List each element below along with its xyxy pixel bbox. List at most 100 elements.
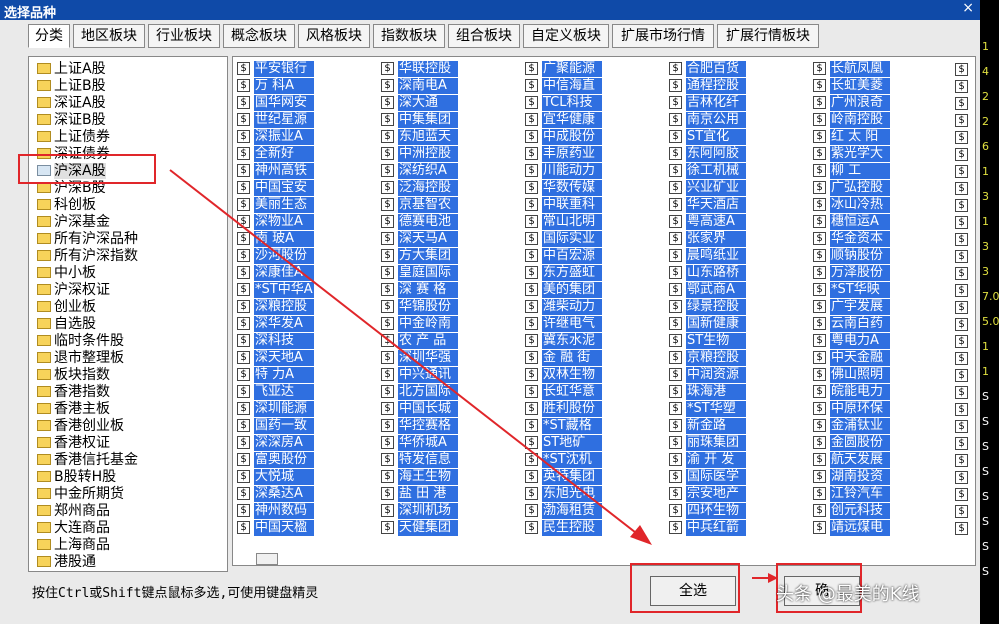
stock-item[interactable]: $ *ST华映 bbox=[813, 282, 890, 299]
tab-9[interactable]: 扩展行情板块 bbox=[717, 24, 819, 48]
tab-0[interactable]: 分类 bbox=[28, 24, 70, 48]
stock-item[interactable]: $ 胜利股份 bbox=[525, 401, 602, 418]
stock-item[interactable]: $ 富奥股份 bbox=[237, 452, 314, 469]
stock-item[interactable]: $ 徐工机械 bbox=[669, 163, 746, 180]
stock-item[interactable]: $ 泛海控股 bbox=[381, 180, 458, 197]
stock-item[interactable]: $ ST生物 bbox=[669, 333, 746, 350]
stock-item[interactable]: $ 深物业A bbox=[237, 214, 314, 231]
stock-item[interactable]: $ 潍柴动力 bbox=[525, 299, 602, 316]
stock-item[interactable]: $ 华锦股份 bbox=[381, 299, 458, 316]
stock-item[interactable]: $ 南京公用 bbox=[669, 112, 746, 129]
tree-item[interactable]: 退市整理板 bbox=[37, 350, 124, 367]
stock-item[interactable]: $ 海王生物 bbox=[381, 469, 458, 486]
stock-item[interactable]: $ 东方盛虹 bbox=[525, 265, 602, 282]
stock-item[interactable]: $ 深科技 bbox=[237, 333, 314, 350]
stock-item[interactable]: $ 万泽股份 bbox=[813, 265, 890, 282]
tree-item[interactable]: 郑州商品 bbox=[37, 503, 110, 520]
tree-item[interactable]: 香港指数 bbox=[37, 384, 110, 401]
stock-item[interactable]: $ 平安银行 bbox=[237, 61, 314, 78]
stock-item[interactable]: $ 皇庭国际 bbox=[381, 265, 458, 282]
stock-item[interactable]: $ 中集集团 bbox=[381, 112, 458, 129]
stock-item[interactable]: $ 渤海租赁 bbox=[525, 503, 602, 520]
tab-7[interactable]: 自定义板块 bbox=[523, 24, 609, 48]
stock-item[interactable]: $ 深振业A bbox=[237, 129, 314, 146]
stock-item[interactable]: $ 南 玻A bbox=[237, 231, 314, 248]
stock-item[interactable]: $ 神州高铁 bbox=[237, 163, 314, 180]
stock-item[interactable]: $ 兴业矿业 bbox=[669, 180, 746, 197]
stock-item[interactable]: $ 广聚能源 bbox=[525, 61, 602, 78]
stock-item[interactable]: $ 丽珠集团 bbox=[669, 435, 746, 452]
stock-item[interactable]: $ 长虹华意 bbox=[525, 384, 602, 401]
tree-item[interactable]: 上证B股 bbox=[37, 78, 106, 95]
tree-item[interactable]: 香港主板 bbox=[37, 401, 110, 418]
stock-item[interactable]: $ 沙河股份 bbox=[237, 248, 314, 265]
stock-item[interactable]: $ 紫光学大 bbox=[813, 146, 890, 163]
stock-item[interactable]: $ 宗安地产 bbox=[669, 486, 746, 503]
stock-item[interactable]: $ 广宇发展 bbox=[813, 299, 890, 316]
stock-item[interactable]: $ 皖能电力 bbox=[813, 384, 890, 401]
stock-item[interactable]: $ 深纺织A bbox=[381, 163, 458, 180]
stock-item[interactable]: $ 张家界 bbox=[669, 231, 746, 248]
stock-item[interactable]: $ 全新好 bbox=[237, 146, 314, 163]
stock-item[interactable]: $ 中天金融 bbox=[813, 350, 890, 367]
stock-item[interactable]: $ 深圳能源 bbox=[237, 401, 314, 418]
stock-item[interactable]: $ 岭南控股 bbox=[813, 112, 890, 129]
tree-item[interactable]: 香港信托基金 bbox=[37, 452, 138, 469]
stock-item[interactable]: $ 丰原药业 bbox=[525, 146, 602, 163]
tree-item[interactable]: 中金所期货 bbox=[37, 486, 124, 503]
stock-item[interactable]: $ 京基智农 bbox=[381, 197, 458, 214]
stock-item[interactable]: $ 民生控股 bbox=[525, 520, 602, 537]
stock-item[interactable]: $ 通程控股 bbox=[669, 78, 746, 95]
stock-item[interactable]: $ 美的集团 bbox=[525, 282, 602, 299]
stock-item[interactable]: $ 吉林化纤 bbox=[669, 95, 746, 112]
tree-item[interactable]: 上证A股 bbox=[37, 61, 106, 78]
stock-item[interactable]: $ 神州数码 bbox=[237, 503, 314, 520]
stock-item[interactable]: $ 双林生物 bbox=[525, 367, 602, 384]
tab-2[interactable]: 行业板块 bbox=[148, 24, 220, 48]
stock-item[interactable]: $ 深 赛 格 bbox=[381, 282, 458, 299]
stock-item[interactable]: $ 宜华健康 bbox=[525, 112, 602, 129]
stock-item[interactable]: $ 长航凤凰 bbox=[813, 61, 890, 78]
stock-item[interactable]: $ 深华发A bbox=[237, 316, 314, 333]
stock-item[interactable]: $ 东旭光电 bbox=[525, 486, 602, 503]
tree-item[interactable]: 自选股 bbox=[37, 316, 96, 333]
tree-item[interactable]: 所有沪深品种 bbox=[37, 231, 138, 248]
stock-item[interactable]: $ 中成股份 bbox=[525, 129, 602, 146]
stock-item[interactable]: $ 深天地A bbox=[237, 350, 314, 367]
stock-item[interactable]: $ 华天酒店 bbox=[669, 197, 746, 214]
stock-item[interactable]: $ 晨鸣纸业 bbox=[669, 248, 746, 265]
tree-item[interactable]: 香港创业板 bbox=[37, 418, 124, 435]
stock-item[interactable]: $ *ST中华A bbox=[237, 282, 314, 299]
stock-item[interactable]: $ 冀东水泥 bbox=[525, 333, 602, 350]
stock-item[interactable]: $ 绿景控股 bbox=[669, 299, 746, 316]
stock-item[interactable]: $ 国药一致 bbox=[237, 418, 314, 435]
tree-item[interactable]: 临时条件股 bbox=[37, 333, 124, 350]
stock-item[interactable]: $ 德赛电池 bbox=[381, 214, 458, 231]
stock-item[interactable]: $ 美丽生态 bbox=[237, 197, 314, 214]
tree-item[interactable]: 所有沪深指数 bbox=[37, 248, 138, 265]
tree-item[interactable]: 沪深权证 bbox=[37, 282, 110, 299]
stock-item[interactable]: $ 金圆股份 bbox=[813, 435, 890, 452]
stock-item[interactable]: $ 中联重科 bbox=[525, 197, 602, 214]
tab-3[interactable]: 概念板块 bbox=[223, 24, 295, 48]
stock-item[interactable]: $ 东阿阿胶 bbox=[669, 146, 746, 163]
stock-item[interactable]: $ 川能动力 bbox=[525, 163, 602, 180]
stock-item[interactable]: $ 农 产 品 bbox=[381, 333, 458, 350]
tree-item[interactable]: 香港权证 bbox=[37, 435, 110, 452]
stock-item[interactable]: $ *ST沈机 bbox=[525, 452, 602, 469]
tree-item[interactable]: 科创板 bbox=[37, 197, 96, 214]
close-icon[interactable]: × bbox=[962, 0, 974, 16]
stock-item[interactable]: $ 山东路桥 bbox=[669, 265, 746, 282]
stock-item[interactable]: $ 中国天楹 bbox=[237, 520, 314, 537]
stock-item[interactable]: $ 中兴通讯 bbox=[381, 367, 458, 384]
stock-item[interactable]: $ 大悦城 bbox=[237, 469, 314, 486]
stock-item[interactable]: $ 华数传媒 bbox=[525, 180, 602, 197]
stock-item[interactable]: $ 中国宝安 bbox=[237, 180, 314, 197]
stock-item[interactable]: $ 中兵红箭 bbox=[669, 520, 746, 537]
tab-6[interactable]: 组合板块 bbox=[448, 24, 520, 48]
stock-item[interactable]: $ 粤电力A bbox=[813, 333, 890, 350]
stock-item[interactable]: $ 华控赛格 bbox=[381, 418, 458, 435]
stock-item[interactable]: $ 深圳机场 bbox=[381, 503, 458, 520]
stock-item[interactable]: $ 深南电A bbox=[381, 78, 458, 95]
stock-item[interactable]: $ 华联控股 bbox=[381, 61, 458, 78]
